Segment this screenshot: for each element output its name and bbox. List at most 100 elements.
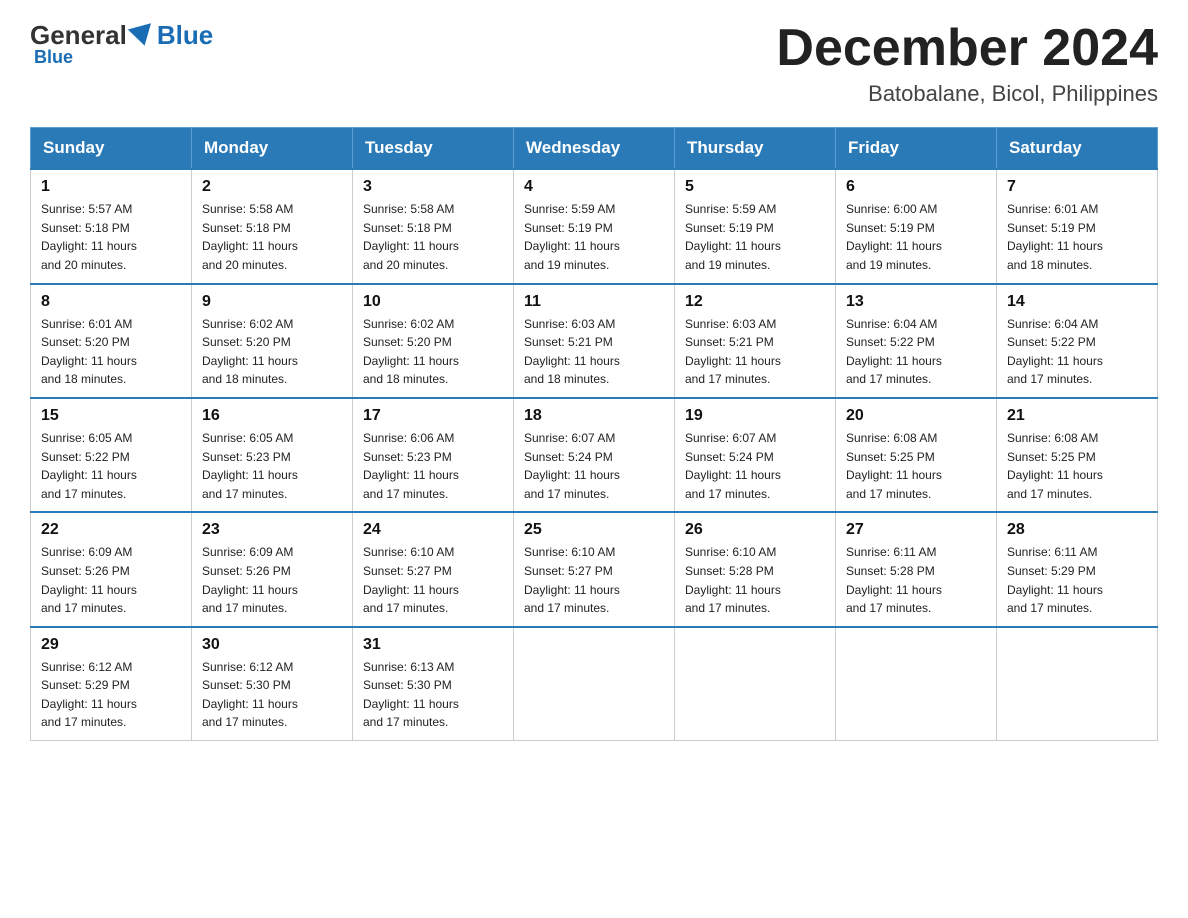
calendar-cell: 9 Sunrise: 6:02 AM Sunset: 5:20 PM Daylig…	[192, 284, 353, 398]
day-info: Sunrise: 5:59 AM Sunset: 5:19 PM Dayligh…	[524, 200, 664, 274]
calendar-cell: 10Sunrise: 6:02 AM Sunset: 5:20 PM Dayli…	[353, 284, 514, 398]
day-number: 9	[202, 293, 342, 311]
logo-blue-part: Blue	[157, 20, 213, 51]
day-number: 26	[685, 521, 825, 539]
day-info: Sunrise: 6:06 AM Sunset: 5:23 PM Dayligh…	[363, 429, 503, 503]
day-number: 14	[1007, 293, 1147, 311]
day-info: Sunrise: 6:02 AM Sunset: 5:20 PM Dayligh…	[202, 315, 342, 389]
calendar-cell: 17 Sunrise: 6:06 AM Sunset: 5:23 PM Dayli…	[353, 398, 514, 512]
day-number: 16	[202, 407, 342, 425]
day-number: 5	[685, 178, 825, 196]
day-number: 6	[846, 178, 986, 196]
day-info: Sunrise: 6:11 AM Sunset: 5:28 PM Dayligh…	[846, 543, 986, 617]
calendar-cell: 4 Sunrise: 5:59 AM Sunset: 5:19 PM Daylig…	[514, 169, 675, 283]
calendar-header-wednesday: Wednesday	[514, 128, 675, 170]
day-info: Sunrise: 6:07 AM Sunset: 5:24 PM Dayligh…	[524, 429, 664, 503]
calendar-header-monday: Monday	[192, 128, 353, 170]
calendar-cell: 28 Sunrise: 6:11 AM Sunset: 5:29 PM Dayli…	[997, 512, 1158, 626]
day-number: 30	[202, 636, 342, 654]
day-number: 25	[524, 521, 664, 539]
calendar-cell: 21Sunrise: 6:08 AM Sunset: 5:25 PM Dayli…	[997, 398, 1158, 512]
day-number: 31	[363, 636, 503, 654]
page-header: General Blue Blue December 2024 Batobala…	[30, 20, 1158, 107]
day-number: 4	[524, 178, 664, 196]
calendar-week-row-5: 29 Sunrise: 6:12 AM Sunset: 5:29 PM Dayli…	[31, 627, 1158, 741]
calendar-cell: 2Sunrise: 5:58 AM Sunset: 5:18 PM Daylig…	[192, 169, 353, 283]
day-info: Sunrise: 6:12 AM Sunset: 5:30 PM Dayligh…	[202, 658, 342, 732]
day-info: Sunrise: 6:12 AM Sunset: 5:29 PM Dayligh…	[41, 658, 181, 732]
day-number: 18	[524, 407, 664, 425]
day-info: Sunrise: 6:05 AM Sunset: 5:23 PM Dayligh…	[202, 429, 342, 503]
day-number: 15	[41, 407, 181, 425]
calendar-cell: 7 Sunrise: 6:01 AM Sunset: 5:19 PM Daylig…	[997, 169, 1158, 283]
calendar-cell: 18 Sunrise: 6:07 AM Sunset: 5:24 PM Dayli…	[514, 398, 675, 512]
day-number: 13	[846, 293, 986, 311]
calendar-cell: 3Sunrise: 5:58 AM Sunset: 5:18 PM Daylig…	[353, 169, 514, 283]
calendar-cell: 6 Sunrise: 6:00 AM Sunset: 5:19 PM Daylig…	[836, 169, 997, 283]
title-block: December 2024 Batobalane, Bicol, Philipp…	[776, 20, 1158, 107]
calendar-header-saturday: Saturday	[997, 128, 1158, 170]
day-info: Sunrise: 5:58 AM Sunset: 5:18 PM Dayligh…	[363, 200, 503, 274]
calendar-header-friday: Friday	[836, 128, 997, 170]
logo-triangle-icon	[128, 23, 156, 49]
day-info: Sunrise: 6:00 AM Sunset: 5:19 PM Dayligh…	[846, 200, 986, 274]
day-info: Sunrise: 6:09 AM Sunset: 5:26 PM Dayligh…	[202, 543, 342, 617]
day-info: Sunrise: 6:03 AM Sunset: 5:21 PM Dayligh…	[524, 315, 664, 389]
day-info: Sunrise: 6:11 AM Sunset: 5:29 PM Dayligh…	[1007, 543, 1147, 617]
day-number: 17	[363, 407, 503, 425]
calendar-header-tuesday: Tuesday	[353, 128, 514, 170]
day-info: Sunrise: 6:01 AM Sunset: 5:20 PM Dayligh…	[41, 315, 181, 389]
calendar-header-sunday: Sunday	[31, 128, 192, 170]
calendar-cell: 12Sunrise: 6:03 AM Sunset: 5:21 PM Dayli…	[675, 284, 836, 398]
logo: General Blue Blue	[30, 20, 213, 68]
calendar-cell	[997, 627, 1158, 741]
calendar-cell: 5 Sunrise: 5:59 AM Sunset: 5:19 PM Daylig…	[675, 169, 836, 283]
calendar-header-row: SundayMondayTuesdayWednesdayThursdayFrid…	[31, 128, 1158, 170]
day-info: Sunrise: 5:59 AM Sunset: 5:19 PM Dayligh…	[685, 200, 825, 274]
calendar-cell: 11 Sunrise: 6:03 AM Sunset: 5:21 PM Dayli…	[514, 284, 675, 398]
day-number: 24	[363, 521, 503, 539]
day-number: 11	[524, 293, 664, 311]
calendar-cell: 25 Sunrise: 6:10 AM Sunset: 5:27 PM Dayli…	[514, 512, 675, 626]
calendar-cell: 15Sunrise: 6:05 AM Sunset: 5:22 PM Dayli…	[31, 398, 192, 512]
calendar-cell	[675, 627, 836, 741]
calendar-cell: 23 Sunrise: 6:09 AM Sunset: 5:26 PM Dayli…	[192, 512, 353, 626]
calendar-cell: 29 Sunrise: 6:12 AM Sunset: 5:29 PM Dayli…	[31, 627, 192, 741]
calendar-cell: 30 Sunrise: 6:12 AM Sunset: 5:30 PM Dayli…	[192, 627, 353, 741]
calendar-week-row-4: 22 Sunrise: 6:09 AM Sunset: 5:26 PM Dayli…	[31, 512, 1158, 626]
calendar-cell: 14 Sunrise: 6:04 AM Sunset: 5:22 PM Dayli…	[997, 284, 1158, 398]
day-number: 23	[202, 521, 342, 539]
day-info: Sunrise: 6:07 AM Sunset: 5:24 PM Dayligh…	[685, 429, 825, 503]
day-number: 12	[685, 293, 825, 311]
day-number: 19	[685, 407, 825, 425]
calendar-table: SundayMondayTuesdayWednesdayThursdayFrid…	[30, 127, 1158, 741]
calendar-cell: 16 Sunrise: 6:05 AM Sunset: 5:23 PM Dayli…	[192, 398, 353, 512]
day-number: 2	[202, 178, 342, 196]
calendar-week-row-1: 1 Sunrise: 5:57 AM Sunset: 5:18 PM Daylig…	[31, 169, 1158, 283]
calendar-header-thursday: Thursday	[675, 128, 836, 170]
day-number: 28	[1007, 521, 1147, 539]
day-info: Sunrise: 6:10 AM Sunset: 5:27 PM Dayligh…	[524, 543, 664, 617]
calendar-cell: 1 Sunrise: 5:57 AM Sunset: 5:18 PM Daylig…	[31, 169, 192, 283]
day-number: 27	[846, 521, 986, 539]
calendar-cell: 20 Sunrise: 6:08 AM Sunset: 5:25 PM Dayli…	[836, 398, 997, 512]
day-number: 1	[41, 178, 181, 196]
day-info: Sunrise: 6:02 AM Sunset: 5:20 PM Dayligh…	[363, 315, 503, 389]
day-info: Sunrise: 6:08 AM Sunset: 5:25 PM Dayligh…	[846, 429, 986, 503]
day-number: 29	[41, 636, 181, 654]
month-year-title: December 2024	[776, 20, 1158, 77]
day-number: 22	[41, 521, 181, 539]
day-info: Sunrise: 6:13 AM Sunset: 5:30 PM Dayligh…	[363, 658, 503, 732]
calendar-cell: 31 Sunrise: 6:13 AM Sunset: 5:30 PM Dayli…	[353, 627, 514, 741]
day-info: Sunrise: 6:01 AM Sunset: 5:19 PM Dayligh…	[1007, 200, 1147, 274]
day-number: 20	[846, 407, 986, 425]
calendar-cell	[514, 627, 675, 741]
calendar-cell: 27 Sunrise: 6:11 AM Sunset: 5:28 PM Dayli…	[836, 512, 997, 626]
calendar-cell	[836, 627, 997, 741]
day-number: 7	[1007, 178, 1147, 196]
calendar-cell: 26Sunrise: 6:10 AM Sunset: 5:28 PM Dayli…	[675, 512, 836, 626]
day-info: Sunrise: 5:57 AM Sunset: 5:18 PM Dayligh…	[41, 200, 181, 274]
day-info: Sunrise: 6:09 AM Sunset: 5:26 PM Dayligh…	[41, 543, 181, 617]
logo-underline-text: Blue	[34, 47, 73, 68]
day-info: Sunrise: 6:04 AM Sunset: 5:22 PM Dayligh…	[1007, 315, 1147, 389]
